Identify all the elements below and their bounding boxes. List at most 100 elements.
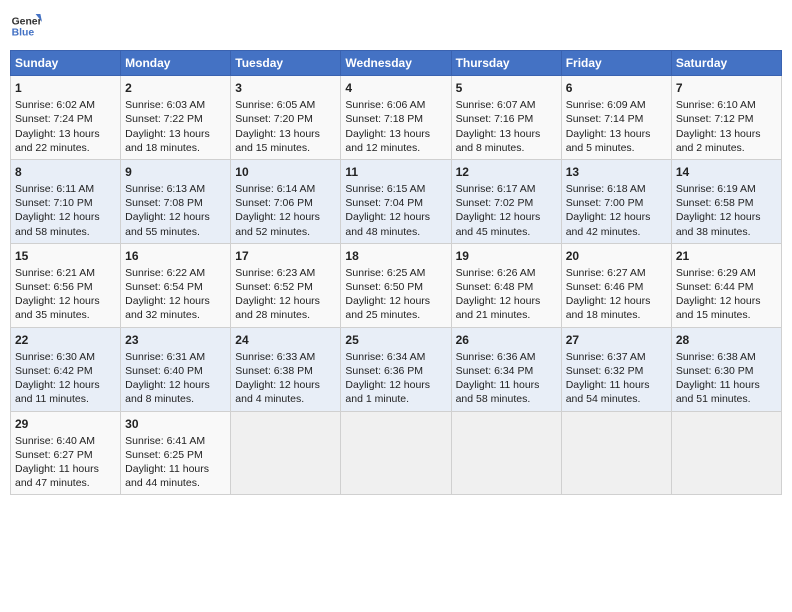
day-info-line: Sunrise: 6:06 AM: [345, 98, 446, 112]
day-number: 25: [345, 332, 446, 348]
day-info-line: and 8 minutes.: [456, 141, 557, 155]
day-number: 8: [15, 164, 116, 180]
day-info-line: Sunset: 6:42 PM: [15, 364, 116, 378]
day-number: 14: [676, 164, 777, 180]
day-info-line: Sunrise: 6:30 AM: [15, 350, 116, 364]
calendar-cell: 1Sunrise: 6:02 AMSunset: 7:24 PMDaylight…: [11, 76, 121, 160]
calendar-cell: 25Sunrise: 6:34 AMSunset: 6:36 PMDayligh…: [341, 327, 451, 411]
calendar-week-row: 22 Sunrise: 6:30 AMSunset: 6:42 PM Dayligh…: [11, 327, 782, 411]
day-info-line: Sunrise: 6:17 AM: [456, 182, 557, 196]
day-info-line: Sunset: 7:02 PM: [456, 196, 557, 210]
day-info-line: Daylight: 12 hours: [235, 378, 336, 392]
day-info-line: Sunset: 7:22 PM: [125, 112, 226, 126]
calendar-cell: 15Sunrise: 6:21 AMSunset: 6:56 PMDayligh…: [11, 243, 121, 327]
day-number: 22: [15, 332, 116, 348]
day-info-line: Daylight: 11 hours: [125, 462, 226, 476]
calendar-week-row: 8Sunrise: 6:11 AMSunset: 7:10 PMDaylight…: [11, 159, 782, 243]
day-info-line: Daylight: 12 hours: [566, 294, 667, 308]
day-info-line: and 51 minutes.: [676, 392, 777, 406]
day-number: 15: [15, 248, 116, 264]
day-info-line: Daylight: 12 hours: [456, 294, 557, 308]
day-info-line: and 55 minutes.: [125, 225, 226, 239]
day-info-line: Sunrise: 6:31 AM: [125, 350, 226, 364]
day-info-line: and 58 minutes.: [15, 225, 116, 239]
day-info-line: Sunset: 7:18 PM: [345, 112, 446, 126]
weekday-header: Friday: [561, 51, 671, 76]
day-info-line: Sunset: 6:56 PM: [15, 280, 116, 294]
calendar-cell: 4 Sunrise: 6:06 AMSunset: 7:18 PMDaylight…: [341, 76, 451, 160]
day-info-line: Sunset: 6:52 PM: [235, 280, 336, 294]
day-info-line: Sunset: 6:30 PM: [676, 364, 777, 378]
day-info-line: Sunset: 6:27 PM: [15, 448, 116, 462]
calendar-cell: 14Sunrise: 6:19 AMSunset: 6:58 PMDayligh…: [671, 159, 781, 243]
calendar-cell: 19Sunrise: 6:26 AMSunset: 6:48 PMDayligh…: [451, 243, 561, 327]
calendar-cell: 24Sunrise: 6:33 AMSunset: 6:38 PMDayligh…: [231, 327, 341, 411]
day-info-line: Sunrise: 6:19 AM: [676, 182, 777, 196]
day-info-line: Sunrise: 6:07 AM: [456, 98, 557, 112]
calendar-cell: 23Sunrise: 6:31 AMSunset: 6:40 PMDayligh…: [121, 327, 231, 411]
calendar-cell: 3Sunrise: 6:05 AMSunset: 7:20 PMDaylight…: [231, 76, 341, 160]
day-info-line: Sunset: 6:54 PM: [125, 280, 226, 294]
day-info-line: Daylight: 12 hours: [676, 210, 777, 224]
day-info-line: and 48 minutes.: [345, 225, 446, 239]
day-number: 17: [235, 248, 336, 264]
day-info-line: Sunrise: 6:33 AM: [235, 350, 336, 364]
day-info-line: Daylight: 12 hours: [235, 210, 336, 224]
day-info-line: and 44 minutes.: [125, 476, 226, 490]
calendar-cell: 13Sunrise: 6:18 AMSunset: 7:00 PMDayligh…: [561, 159, 671, 243]
calendar-cell: 8Sunrise: 6:11 AMSunset: 7:10 PMDaylight…: [11, 159, 121, 243]
day-info-line: Sunrise: 6:13 AM: [125, 182, 226, 196]
day-info-line: Sunrise: 6:40 AM: [15, 434, 116, 448]
day-info-line: and 18 minutes.: [125, 141, 226, 155]
day-info-line: Daylight: 13 hours: [15, 127, 116, 141]
day-info-line: Sunrise: 6:36 AM: [456, 350, 557, 364]
day-number: 6: [566, 80, 667, 96]
day-info-line: Daylight: 13 hours: [235, 127, 336, 141]
page-header: General Blue: [10, 10, 782, 42]
weekday-header: Sunday: [11, 51, 121, 76]
logo-icon: General Blue: [10, 10, 42, 42]
day-info-line: and 25 minutes.: [345, 308, 446, 322]
day-info-line: Sunset: 7:16 PM: [456, 112, 557, 126]
day-info-line: Sunset: 7:24 PM: [15, 112, 116, 126]
calendar-cell: 5Sunrise: 6:07 AMSunset: 7:16 PMDaylight…: [451, 76, 561, 160]
day-info-line: Sunset: 6:48 PM: [456, 280, 557, 294]
calendar-week-row: 1Sunrise: 6:02 AMSunset: 7:24 PMDaylight…: [11, 76, 782, 160]
weekday-header: Tuesday: [231, 51, 341, 76]
day-info-line: Sunset: 6:36 PM: [345, 364, 446, 378]
day-number: 28: [676, 332, 777, 348]
calendar-cell: 30Sunrise: 6:41 AMSunset: 6:25 PMDayligh…: [121, 411, 231, 495]
calendar-cell: 16Sunrise: 6:22 AMSunset: 6:54 PMDayligh…: [121, 243, 231, 327]
day-number: 2: [125, 80, 226, 96]
day-info-line: Sunset: 7:06 PM: [235, 196, 336, 210]
day-info-line: and 52 minutes.: [235, 225, 336, 239]
day-number: 4: [345, 80, 446, 96]
day-info-line: Sunset: 7:14 PM: [566, 112, 667, 126]
day-info-line: Daylight: 11 hours: [15, 462, 116, 476]
day-info-line: Sunrise: 6:05 AM: [235, 98, 336, 112]
day-info-line: Sunrise: 6:15 AM: [345, 182, 446, 196]
calendar-cell: 7Sunrise: 6:10 AMSunset: 7:12 PMDaylight…: [671, 76, 781, 160]
day-info-line: Daylight: 13 hours: [345, 127, 446, 141]
day-info-line: Sunset: 6:32 PM: [566, 364, 667, 378]
day-info-line: Sunrise: 6:11 AM: [15, 182, 116, 196]
weekday-header: Wednesday: [341, 51, 451, 76]
day-number: 3: [235, 80, 336, 96]
day-info-line: Daylight: 12 hours: [125, 210, 226, 224]
day-info-line: Sunset: 7:00 PM: [566, 196, 667, 210]
calendar-cell: 27Sunrise: 6:37 AMSunset: 6:32 PMDayligh…: [561, 327, 671, 411]
day-info-line: and 35 minutes.: [15, 308, 116, 322]
day-info-line: Daylight: 12 hours: [235, 294, 336, 308]
day-info-line: Daylight: 12 hours: [15, 210, 116, 224]
day-info-line: Sunset: 6:50 PM: [345, 280, 446, 294]
day-info-line: and 11 minutes.: [15, 392, 116, 406]
day-info-line: Sunrise: 6:37 AM: [566, 350, 667, 364]
day-number: 27: [566, 332, 667, 348]
day-number: 10: [235, 164, 336, 180]
day-info-line: Sunrise: 6:38 AM: [676, 350, 777, 364]
day-info-line: Daylight: 13 hours: [456, 127, 557, 141]
day-info-line: and 32 minutes.: [125, 308, 226, 322]
day-number: 24: [235, 332, 336, 348]
weekday-header: Thursday: [451, 51, 561, 76]
day-info-line: Daylight: 12 hours: [15, 294, 116, 308]
